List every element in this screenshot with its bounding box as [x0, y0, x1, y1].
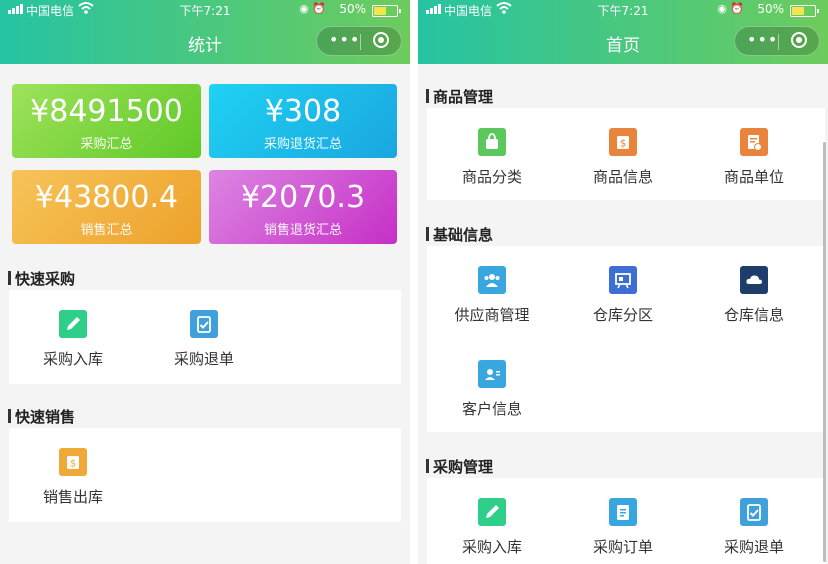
- close-icon[interactable]: [373, 32, 389, 48]
- warehouse-zone-item[interactable]: 仓库分区: [573, 266, 673, 325]
- section-title-purchase: 采购管理: [426, 456, 493, 477]
- item-label: 采购退单: [173, 350, 234, 368]
- purchase-management-panel: 采购入库 采购订单 采购退单: [427, 478, 825, 564]
- sales-summary-card[interactable]: ¥43800.4 销售汇总: [12, 170, 201, 244]
- status-bar: 中国电信 下午7:21 ◉ ⏰ 50%: [0, 0, 410, 20]
- clipboard-check-icon: [740, 498, 768, 526]
- dollar-bag-icon: $: [609, 128, 637, 156]
- section-title-goods: 商品管理: [426, 86, 493, 107]
- purchase-return-summary-card[interactable]: ¥308 采购退货汇总: [209, 84, 397, 158]
- sales-summary-amount: ¥43800.4: [34, 180, 179, 215]
- item-label: 仓库信息: [723, 306, 784, 324]
- item-label: 采购入库: [42, 350, 103, 368]
- battery-icon: [790, 5, 819, 17]
- customer-info-item[interactable]: 客户信息: [442, 360, 542, 419]
- more-icon[interactable]: •••: [747, 30, 778, 49]
- goods-category-item[interactable]: 商品分类: [442, 128, 542, 187]
- scrollbar[interactable]: [823, 142, 826, 562]
- warehouse-info-item[interactable]: 仓库信息: [704, 266, 804, 325]
- nav-bar: 统计 •••: [0, 20, 410, 64]
- supplier-management-item[interactable]: 供应商管理: [442, 266, 542, 325]
- item-label: 采购订单: [592, 538, 653, 556]
- sales-return-amount: ¥2070.3: [240, 180, 366, 215]
- sales-return-summary-card[interactable]: ¥2070.3 销售退货汇总: [209, 170, 397, 244]
- goods-panel: 商品分类 $ 商品信息 商品单位: [427, 108, 825, 200]
- purchase-return-label: 采购退货汇总: [263, 137, 342, 152]
- pencil-icon: [478, 498, 506, 526]
- alarm-icon: ◉ ⏰: [299, 2, 326, 15]
- dollar-bag-icon: $: [59, 448, 87, 476]
- clipboard-icon: [609, 498, 637, 526]
- alarm-icon: ◉ ⏰: [717, 2, 744, 15]
- quick-sales-out-item[interactable]: $ 销售出库: [23, 448, 123, 507]
- section-title-basic: 基础信息: [426, 224, 493, 245]
- purchase-summary-label: 采购汇总: [80, 137, 133, 152]
- battery-icon: [372, 5, 401, 17]
- clipboard-check-icon: [190, 310, 218, 338]
- section-title-quick-sales: 快速销售: [8, 406, 75, 427]
- people-icon: [478, 266, 506, 294]
- quick-purchase-in-item[interactable]: 采购入库: [23, 310, 123, 369]
- shopping-bag-icon: [478, 128, 506, 156]
- item-label: 仓库分区: [592, 306, 653, 324]
- section-title-quick-purchase: 快速采购: [8, 268, 75, 289]
- close-icon[interactable]: [791, 32, 807, 48]
- item-label: 客户信息: [461, 400, 522, 418]
- purchase-return-amount: ¥308: [264, 94, 342, 129]
- purchase-summary-card[interactable]: ¥8491500 采购汇总: [12, 84, 201, 158]
- item-label: 采购退单: [723, 538, 784, 556]
- status-bar: 中国电信 下午7:21 ◉ ⏰ 50%: [418, 0, 828, 20]
- svg-text:$: $: [620, 139, 626, 150]
- home-screen: 中国电信 下午7:21 ◉ ⏰ 50% 首页 ••• 商品管理 商品分类 $ 商…: [418, 0, 828, 564]
- item-label: 商品信息: [592, 168, 653, 186]
- nav-bar: 首页 •••: [418, 20, 828, 64]
- more-icon[interactable]: •••: [329, 30, 360, 49]
- item-label: 商品分类: [461, 168, 522, 186]
- svg-text:$: $: [70, 459, 76, 470]
- sales-summary-label: 销售汇总: [80, 223, 133, 238]
- contact-icon: [478, 360, 506, 388]
- pencil-icon: [59, 310, 87, 338]
- quick-sales-panel: $ 销售出库: [9, 428, 401, 522]
- item-label: 销售出库: [42, 488, 103, 506]
- quick-purchase-panel: 采购入库 采购退单: [9, 290, 401, 384]
- item-label: 采购入库: [461, 538, 522, 556]
- item-label: 商品单位: [723, 168, 784, 186]
- mini-program-capsule[interactable]: •••: [734, 26, 820, 56]
- sales-return-label: 销售退货汇总: [263, 223, 342, 238]
- purchase-summary-amount: ¥8491500: [30, 94, 183, 129]
- cloud-icon: [740, 266, 768, 294]
- goods-info-item[interactable]: $ 商品信息: [573, 128, 673, 187]
- battery-percent: 50%: [757, 2, 784, 16]
- battery-percent: 50%: [339, 2, 366, 16]
- item-label: 供应商管理: [454, 306, 530, 324]
- board-icon: [609, 266, 637, 294]
- purchase-return-item[interactable]: 采购退单: [704, 498, 804, 557]
- basic-info-panel: 供应商管理 仓库分区 仓库信息 客户信息: [427, 246, 825, 432]
- purchase-order-item[interactable]: 采购订单: [573, 498, 673, 557]
- mini-program-capsule[interactable]: •••: [316, 26, 402, 56]
- purchase-in-item[interactable]: 采购入库: [442, 498, 542, 557]
- statistics-screen: 中国电信 下午7:21 ◉ ⏰ 50% 统计 ••• ¥8491500 采购汇总…: [0, 0, 410, 564]
- document-icon: [740, 128, 768, 156]
- goods-unit-item[interactable]: 商品单位: [704, 128, 804, 187]
- quick-purchase-return-item[interactable]: 采购退单: [154, 310, 254, 369]
